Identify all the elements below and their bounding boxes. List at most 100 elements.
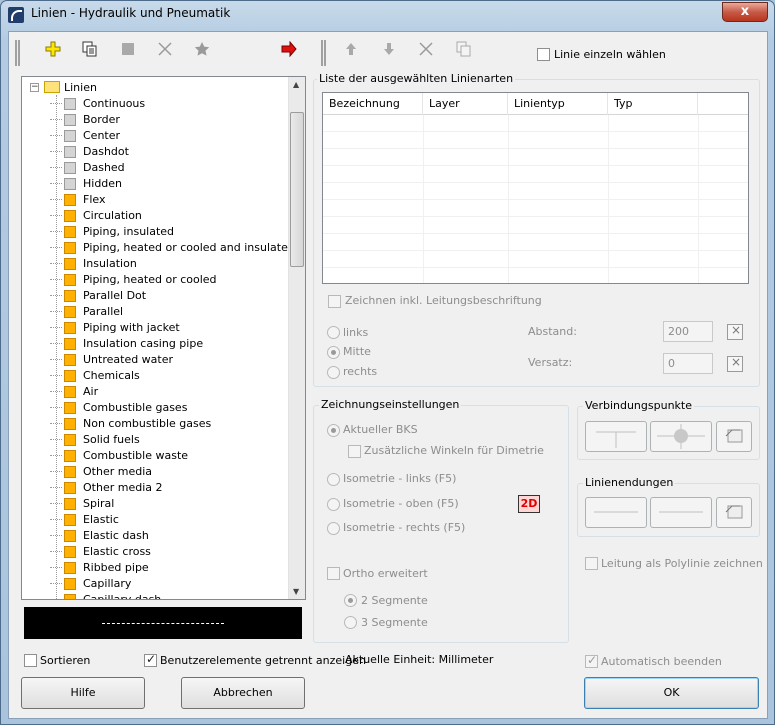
tree-item-label: Spiral (83, 497, 115, 510)
abstand-reset-icon[interactable] (727, 323, 743, 340)
tree-connector (50, 423, 62, 424)
duplicate-icon[interactable] (452, 40, 476, 64)
line-color-swatch (64, 258, 76, 270)
linie-einzeln-label: Linie einzeln wählen (554, 48, 666, 61)
list-title: Liste der ausgewählten Linienarten (317, 72, 516, 85)
sortieren-checkbox[interactable] (24, 654, 37, 667)
stop-icon[interactable] (116, 40, 140, 64)
zeichnen-inkl-label: Zeichnen inkl. Leitungsbeschriftung (345, 294, 542, 307)
linie-einzeln-checkbox[interactable] (537, 48, 550, 61)
radio-rechts[interactable] (327, 366, 340, 379)
tree-connector (50, 439, 62, 440)
tree-item-label: Piping with jacket (83, 321, 180, 334)
tree-scrollbar[interactable]: ▲ ▼ (288, 77, 305, 599)
list-empty-row (323, 234, 748, 251)
list-empty-row (323, 268, 748, 283)
list-empty-row (323, 166, 748, 183)
line-color-swatch (64, 370, 76, 382)
tree-connector (50, 167, 62, 168)
col-typ[interactable]: Typ (608, 93, 698, 115)
ortho-checkbox[interactable] (327, 567, 340, 580)
radio-links-label: links (343, 326, 369, 339)
line-color-swatch (64, 546, 76, 558)
ending-left-button[interactable] (585, 497, 647, 528)
radio-iso-rechts[interactable] (327, 522, 340, 535)
scroll-thumb[interactable] (290, 112, 304, 267)
folder-icon (44, 81, 60, 93)
abbrechen-button[interactable]: Abbrechen (181, 677, 305, 709)
new-item-icon[interactable] (41, 40, 65, 64)
iso-links-label: Isometrie - links (F5) (343, 472, 457, 485)
radio-links[interactable] (327, 326, 340, 339)
versatz-reset-icon[interactable] (727, 355, 743, 372)
col-linientyp[interactable]: Linientyp (508, 93, 608, 115)
line-color-swatch (64, 418, 76, 430)
tree-connector (50, 375, 62, 376)
tree-connector (50, 247, 62, 248)
iso-rechts-label: Isometrie - rechts (F5) (343, 521, 466, 534)
radio-iso-links[interactable] (327, 473, 340, 486)
benutzer-checkbox[interactable] (144, 652, 157, 667)
polylinie-checkbox[interactable] (585, 557, 598, 570)
toolbar-grip[interactable] (15, 40, 20, 66)
tree-item-label: Piping, heated or cooled and insulated (83, 241, 295, 254)
arrow-down-icon[interactable] (377, 40, 401, 64)
hilfe-button[interactable]: Hilfe (21, 677, 145, 709)
connect-point-button[interactable] (650, 421, 712, 452)
line-type-tree[interactable]: − Linien Continuous Border Center Dashdot Da… (21, 76, 306, 600)
tree-connector (50, 327, 62, 328)
toolbar-grip-right[interactable] (321, 40, 326, 66)
polylinie-label: Leitung als Polylinie zeichnen (601, 557, 763, 570)
tree-connector (50, 535, 62, 536)
scroll-down-icon[interactable]: ▼ (293, 587, 299, 596)
tree-connector (50, 311, 62, 312)
scroll-up-icon[interactable]: ▲ (293, 80, 299, 89)
title-bar[interactable]: Linien - Hydraulik und Pneumatik x (1, 1, 774, 27)
zeichnen-inkl-checkbox[interactable] (328, 295, 341, 308)
arrow-right-icon[interactable] (277, 40, 301, 64)
tree-item-label: Dashdot (83, 145, 129, 158)
remove-icon[interactable] (414, 40, 438, 64)
col-layer[interactable]: Layer (423, 93, 508, 115)
radio-2-segmente[interactable] (344, 594, 357, 607)
winkel-dimetrie-checkbox[interactable] (348, 445, 361, 458)
ok-button[interactable]: OK (584, 677, 759, 709)
versatz-field[interactable]: 0 (663, 353, 713, 374)
radio-3-segmente[interactable] (344, 616, 357, 629)
collapse-icon[interactable]: − (30, 83, 39, 92)
tree-connector (50, 599, 62, 600)
ending-right-button[interactable] (650, 497, 712, 528)
connect-settings-button[interactable] (716, 421, 752, 452)
close-button[interactable]: x (722, 2, 768, 22)
tree-item-label: Elastic dash (83, 529, 149, 542)
tree-item-label: Chemicals (83, 369, 140, 382)
line-color-swatch (64, 290, 76, 302)
radio-aktueller-bks[interactable] (327, 424, 340, 437)
line-color-swatch (64, 530, 76, 542)
list-empty-row (323, 183, 748, 200)
tree-connector (50, 407, 62, 408)
line-color-swatch (64, 274, 76, 286)
list-empty-row (323, 200, 748, 217)
auto-beenden-checkbox[interactable] (585, 653, 598, 668)
tree-item-label: Air (83, 385, 99, 398)
abstand-field[interactable]: 200 (663, 321, 713, 342)
ending-settings-button[interactable] (716, 497, 752, 528)
col-bezeichnung[interactable]: Bezeichnung (323, 93, 423, 115)
radio-mitte[interactable] (327, 346, 340, 359)
line-color-swatch (64, 338, 76, 350)
selected-lines-list[interactable]: Bezeichnung Layer Linientyp Typ (322, 92, 749, 284)
arrow-up-icon[interactable] (339, 40, 363, 64)
connect-tee-button[interactable] (585, 421, 647, 452)
auto-beenden-label: Automatisch beenden (601, 655, 722, 668)
line-color-swatch (64, 578, 76, 590)
copy-icon[interactable] (78, 40, 102, 64)
tree-item-label: Combustible gases (83, 401, 188, 414)
radio-iso-oben[interactable] (327, 498, 340, 511)
tree-item-label: Combustible waste (83, 449, 189, 462)
tree-connector (50, 119, 62, 120)
tree-connector (50, 295, 62, 296)
line-color-swatch (64, 354, 76, 366)
delete-icon[interactable] (153, 40, 177, 64)
favorite-icon[interactable] (190, 40, 214, 64)
